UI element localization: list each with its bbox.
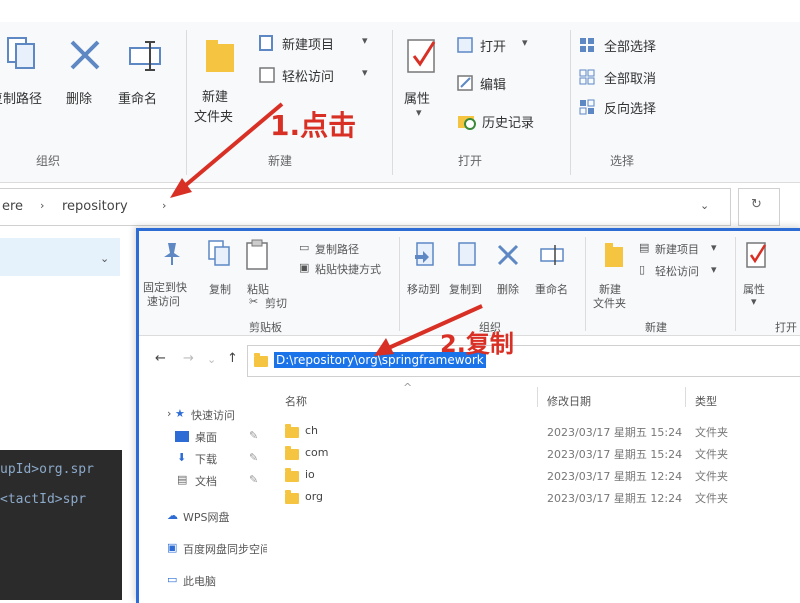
annotation-arrows xyxy=(170,102,483,356)
annotation-arrow-1 xyxy=(170,102,284,198)
annotation-step1: 1.点击 xyxy=(270,109,357,142)
annotation-step2: 2.复制 xyxy=(440,330,514,358)
